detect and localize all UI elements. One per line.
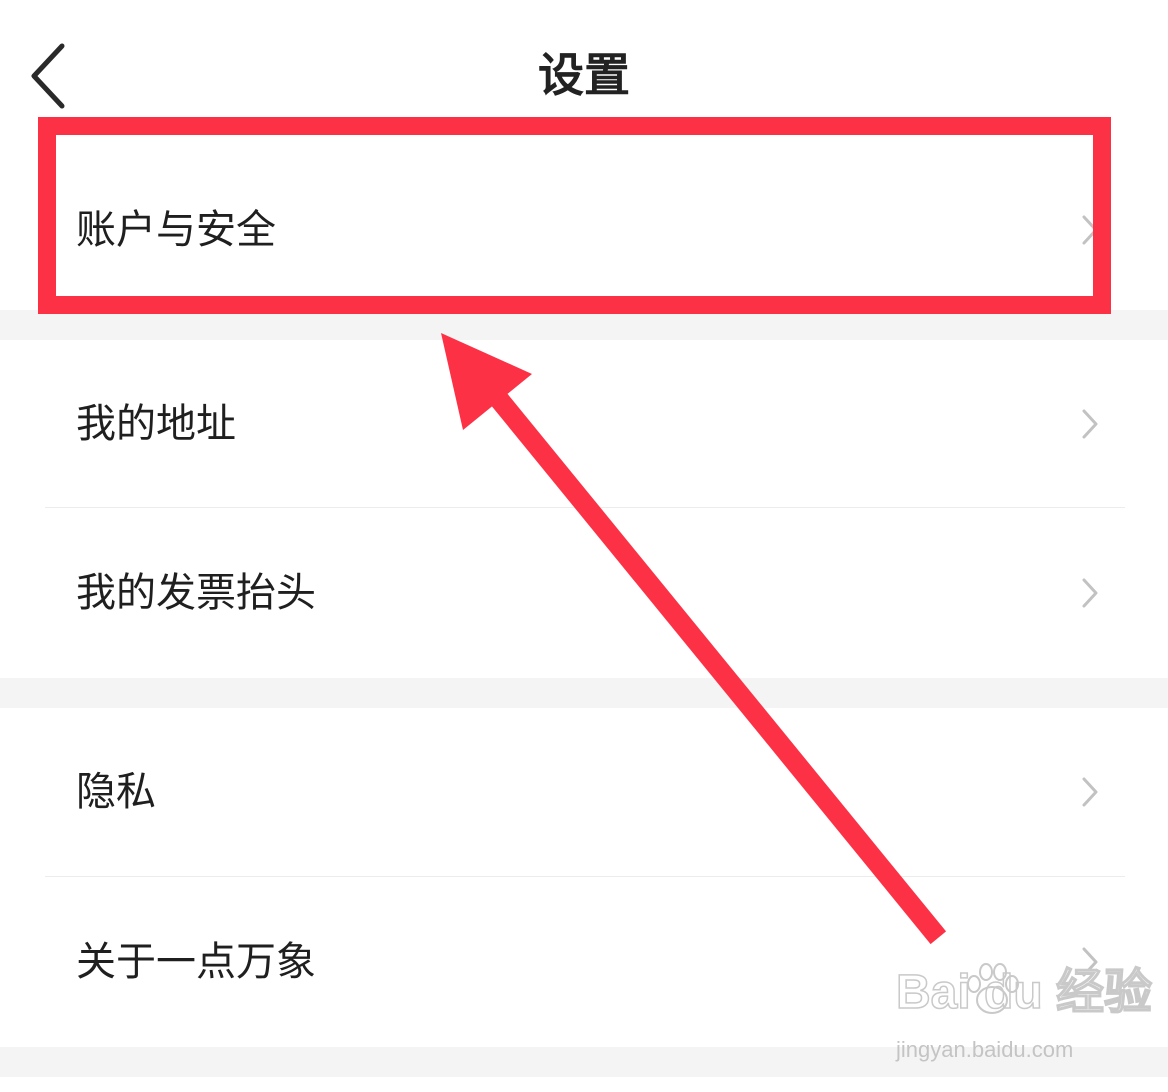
settings-item-label: 关于一点万象 bbox=[76, 939, 316, 985]
settings-item-label: 我的发票抬头 bbox=[76, 570, 316, 616]
settings-screen: 设置 账户与安全 我的地址 我的发票抬头 隐私 关于一点万象 Bai du 经验… bbox=[0, 0, 1168, 1092]
chevron-right-icon bbox=[1082, 947, 1098, 977]
page-title: 设置 bbox=[538, 48, 630, 102]
settings-item-label: 账户与安全 bbox=[76, 207, 276, 253]
settings-item-account-security[interactable]: 账户与安全 bbox=[0, 150, 1168, 310]
settings-item-privacy[interactable]: 隐私 bbox=[0, 708, 1168, 876]
chevron-right-icon bbox=[1082, 215, 1098, 245]
settings-item-label: 隐私 bbox=[76, 769, 156, 815]
section-gap bbox=[0, 678, 1168, 708]
chevron-right-icon bbox=[1082, 409, 1098, 439]
section-gap bbox=[0, 310, 1168, 340]
chevron-right-icon bbox=[1082, 777, 1098, 807]
settings-item-my-address[interactable]: 我的地址 bbox=[0, 340, 1168, 508]
section-gap bbox=[0, 1047, 1168, 1077]
settings-item-about[interactable]: 关于一点万象 bbox=[0, 877, 1168, 1047]
settings-item-invoice-title[interactable]: 我的发票抬头 bbox=[0, 508, 1168, 678]
top-navigation-bar: 设置 bbox=[0, 0, 1168, 150]
settings-item-label: 我的地址 bbox=[76, 401, 236, 447]
chevron-right-icon bbox=[1082, 578, 1098, 608]
